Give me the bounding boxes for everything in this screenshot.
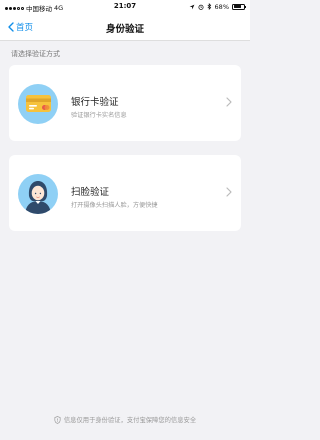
chevron-right-icon xyxy=(226,97,232,107)
battery-icon xyxy=(232,3,246,10)
bluetooth-icon xyxy=(207,3,211,10)
security-footer: 信息仅用于身份验证，支付宝保障您的信息安全 xyxy=(0,415,250,424)
nav-bar: 首页 身份验证 xyxy=(0,14,250,41)
face-scan-icon xyxy=(18,174,58,214)
shield-icon xyxy=(54,415,61,424)
battery-fill xyxy=(233,5,241,8)
alarm-icon xyxy=(198,4,204,10)
bank-card-icon xyxy=(18,84,58,124)
face-scan-option[interactable]: 扫脸验证 打开摄像头扫描人脸，方便快捷 xyxy=(9,155,241,231)
status-right: 68% xyxy=(189,2,246,11)
bank-card-option[interactable]: 银行卡验证 验证银行卡实名信息 xyxy=(9,65,241,141)
battery-percent: 68% xyxy=(214,2,229,11)
bank-card-title: 银行卡验证 xyxy=(71,97,119,108)
screen: 中国移动 4G 21:07 68% 首页 身份验证 请选择验证方式 银行卡验证 … xyxy=(0,0,250,440)
face-scan-title: 扫脸验证 xyxy=(71,187,110,198)
footer-text: 信息仅用于身份验证，支付宝保障您的信息安全 xyxy=(63,417,197,424)
section-label: 请选择验证方式 xyxy=(11,50,60,58)
face-scan-description: 打开摄像头扫描人脸，方便快捷 xyxy=(71,202,158,209)
location-icon xyxy=(189,4,194,9)
status-bar: 中国移动 4G 21:07 68% xyxy=(0,0,250,14)
page-title: 身份验证 xyxy=(105,24,144,35)
bank-card-description: 验证银行卡实名信息 xyxy=(71,112,127,119)
chevron-right-icon xyxy=(226,187,232,197)
